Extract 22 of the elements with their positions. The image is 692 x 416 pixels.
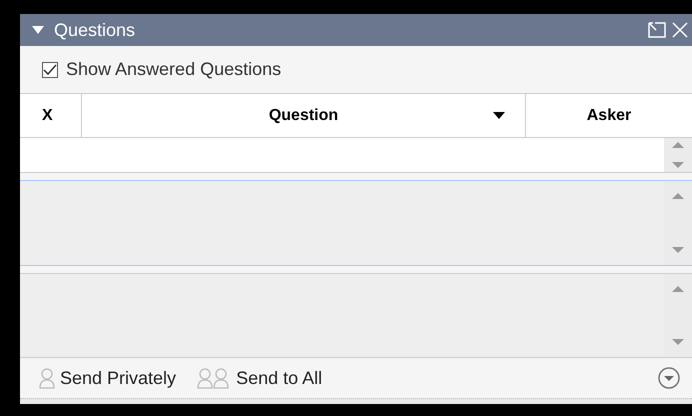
scrollbar[interactable]: [664, 138, 692, 172]
scroll-up-icon[interactable]: [672, 286, 684, 292]
popout-icon[interactable]: [648, 22, 666, 38]
scroll-up-icon[interactable]: [672, 193, 684, 199]
dropdown-icon[interactable]: [658, 367, 680, 389]
check-icon: [43, 64, 57, 76]
scroll-down-icon[interactable]: [672, 162, 684, 168]
column-header[interactable]: X: [20, 94, 82, 137]
scroll-up-icon[interactable]: [672, 142, 684, 148]
send-button[interactable]: Send to All: [196, 364, 322, 392]
send-button[interactable]: Send Privately: [38, 364, 176, 392]
checkbox[interactable]: [42, 62, 58, 78]
person-icon: [38, 367, 56, 389]
panel-title: Questions: [54, 18, 136, 42]
column-header[interactable]: Asker: [526, 94, 692, 137]
checkbox-label: Show Answered Questions: [66, 58, 282, 81]
close-icon[interactable]: [672, 22, 688, 38]
column-header[interactable]: Question: [82, 94, 526, 137]
scroll-down-icon[interactable]: [672, 339, 684, 345]
sort-caret-icon[interactable]: [493, 112, 505, 119]
collapse-caret-icon[interactable]: [32, 26, 44, 34]
scroll-down-icon[interactable]: [672, 247, 684, 253]
